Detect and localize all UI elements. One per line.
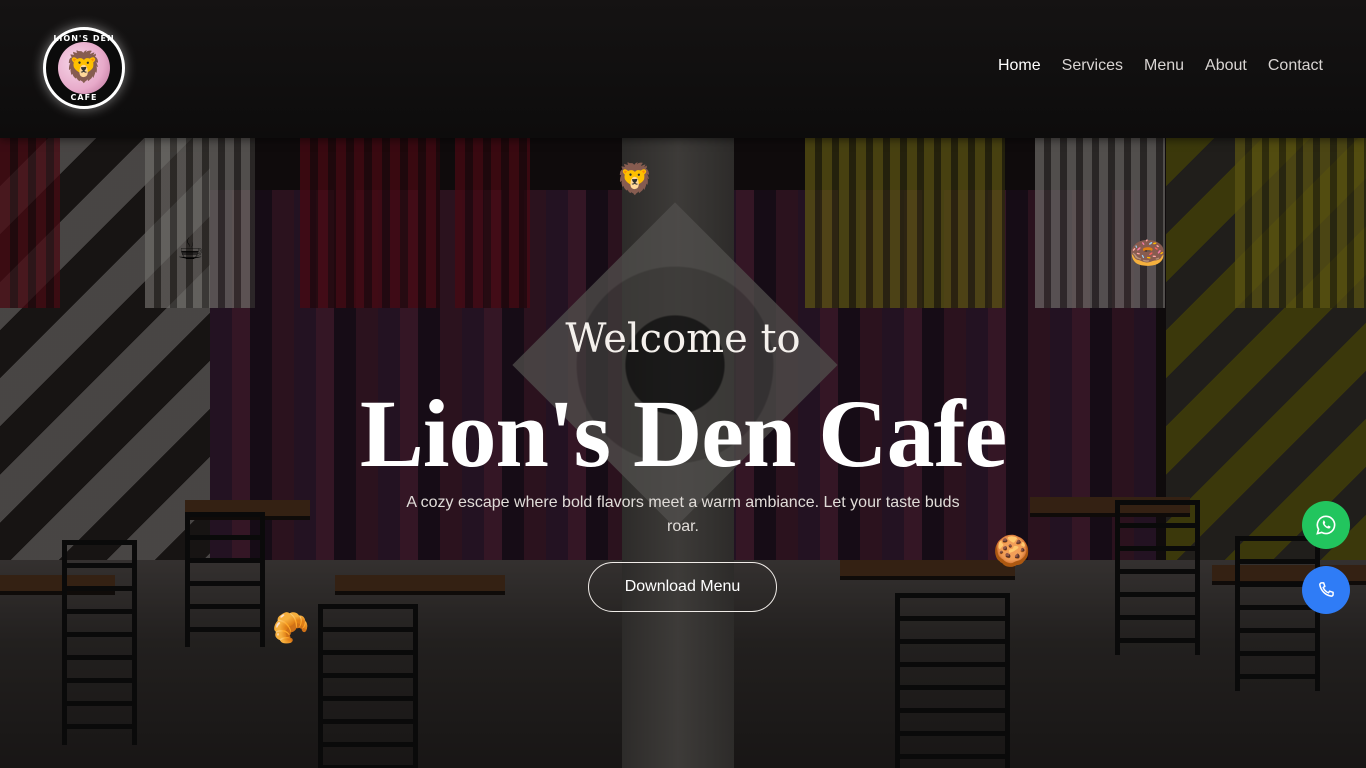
logo-text-bottom: CAFE xyxy=(70,93,98,102)
main-nav: Home Services Menu About Contact xyxy=(998,57,1323,75)
lion-face-icon: 🦁 xyxy=(65,51,103,84)
donut-emoji-icon: 🍩 xyxy=(1129,237,1167,270)
nav-link-home[interactable]: Home xyxy=(998,57,1041,75)
hero-subtitle: A cozy escape where bold flavors meet a … xyxy=(406,494,960,535)
coffee-emoji-icon: ☕ xyxy=(177,233,204,266)
hero-welcome-text: Welcome to xyxy=(565,316,801,362)
hero-title: Lion's Den Cafe xyxy=(359,380,1007,487)
whatsapp-button[interactable] xyxy=(1302,501,1350,549)
lion-emoji-icon: 🦁 xyxy=(616,163,654,196)
logo-badge: 🦁 xyxy=(58,42,110,94)
cafe-logo[interactable]: LION'S DEN 🦁 CAFE xyxy=(43,27,125,109)
croissant-emoji-icon: 🥐 xyxy=(272,612,310,645)
phone-icon xyxy=(1319,582,1334,597)
nav-link-contact[interactable]: Contact xyxy=(1268,57,1323,75)
whatsapp-icon xyxy=(1316,515,1336,535)
download-menu-button[interactable]: Download Menu xyxy=(588,562,777,612)
site-header: LION'S DEN 🦁 CAFE Home Services Menu Abo… xyxy=(0,0,1366,138)
nav-link-about[interactable]: About xyxy=(1205,57,1247,75)
nav-link-menu[interactable]: Menu xyxy=(1144,57,1184,75)
nav-link-services[interactable]: Services xyxy=(1062,57,1123,75)
phone-call-button[interactable] xyxy=(1302,566,1350,614)
cookie-emoji-icon: 🍪 xyxy=(993,535,1031,568)
